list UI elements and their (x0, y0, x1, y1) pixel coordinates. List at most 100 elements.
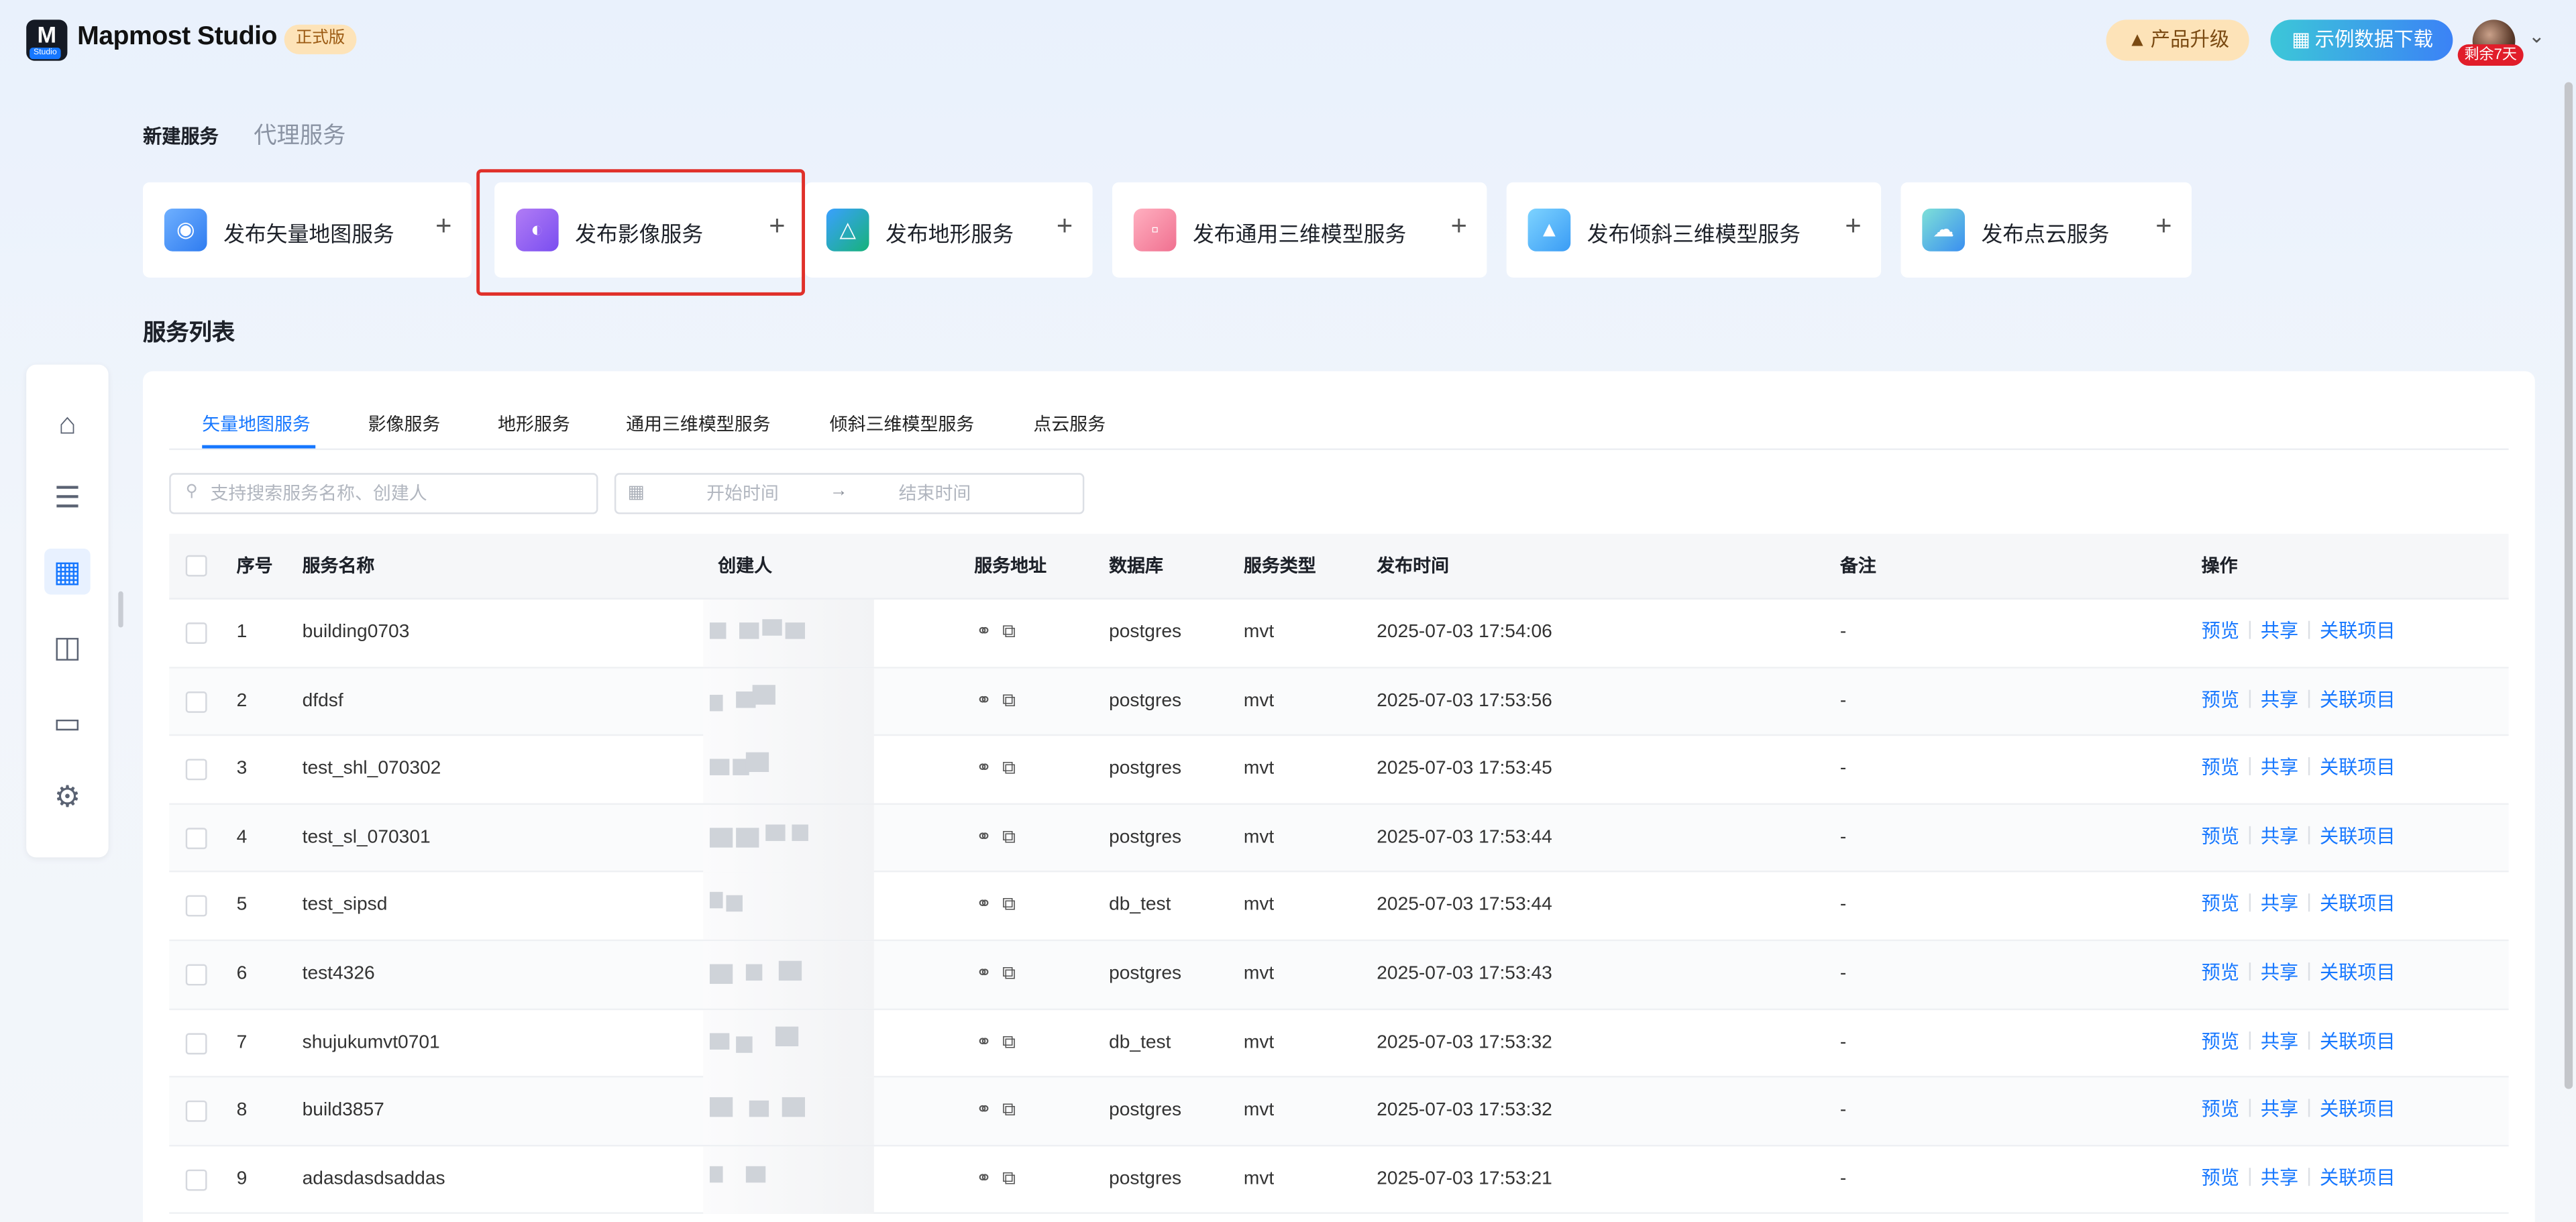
share-link[interactable]: 共享 (2261, 1169, 2298, 1188)
publish-vector-card[interactable]: ◉ 发布矢量地图服务 + (143, 182, 472, 278)
tab-image[interactable]: 影像服务 (368, 410, 441, 437)
eye-link-icon[interactable]: ⚭ (976, 1032, 992, 1052)
eye-link-icon[interactable]: ⚭ (976, 622, 992, 642)
row-checkbox[interactable] (185, 622, 207, 645)
database-icon[interactable]: ☰ (44, 475, 91, 521)
link-project-link[interactable]: 关联项目 (2320, 691, 2396, 710)
settings-icon[interactable]: ⚙ (44, 773, 91, 820)
eye-link-icon[interactable]: ⚭ (976, 759, 992, 779)
search-box[interactable]: ⚲ (169, 473, 598, 514)
plus-icon: + (1450, 210, 1467, 242)
publish-time: 2025-07-03 17:53:44 (1377, 827, 1552, 848)
link-project-link[interactable]: 关联项目 (2320, 1101, 2396, 1120)
publish-pointcloud-card[interactable]: ☁ 发布点云服务 + (1900, 182, 2192, 278)
tab-terrain[interactable]: 地形服务 (498, 410, 570, 437)
date-range-picker[interactable]: ▦ → (614, 473, 1085, 514)
mosaic-pixel (709, 1097, 733, 1117)
folder-icon[interactable]: ▭ (44, 700, 91, 746)
copy-icon[interactable]: ⧉ (1002, 1101, 1016, 1120)
preview-link[interactable]: 预览 (2202, 1032, 2239, 1052)
share-link[interactable]: 共享 (2261, 759, 2298, 779)
home-icon[interactable]: ⌂ (44, 401, 91, 447)
link-project-link[interactable]: 关联项目 (2320, 1032, 2396, 1052)
map-icon[interactable]: ◫ (44, 624, 91, 671)
tab-new-service[interactable]: 新建服务 (143, 128, 219, 148)
row-checkbox[interactable] (185, 1169, 207, 1190)
preview-link[interactable]: 预览 (2202, 759, 2239, 779)
row-actions: 预览 共享 关联项目 (2202, 600, 2396, 667)
database-name: db_test (1109, 895, 1171, 916)
publish-3d-model-card[interactable]: ▫ 发布通用三维模型服务 + (1112, 182, 1487, 278)
database-name: postgres (1109, 827, 1182, 848)
tab-oblique[interactable]: 倾斜三维模型服务 (830, 410, 975, 437)
row-checkbox[interactable] (185, 964, 207, 986)
row-actions: 预览 共享 关联项目 (2202, 668, 2396, 735)
row-checkbox[interactable] (185, 827, 207, 849)
app-logo[interactable]: M Studio (26, 19, 68, 61)
preview-link[interactable]: 预览 (2202, 691, 2239, 710)
service-name: adasdasdsaddas (302, 1169, 445, 1189)
copy-icon[interactable]: ⧉ (1002, 964, 1016, 983)
eye-link-icon[interactable]: ⚭ (976, 1101, 992, 1120)
share-link[interactable]: 共享 (2261, 1101, 2298, 1120)
share-link[interactable]: 共享 (2261, 691, 2298, 710)
preview-link[interactable]: 预览 (2202, 1169, 2239, 1188)
table-row: 3 test_shl_070302 ⚭ ⧉ postgres mvt 2025-… (169, 736, 2509, 805)
row-checkbox[interactable] (185, 895, 207, 918)
grid-apps-icon[interactable]: ▦ (44, 548, 91, 595)
link-project-link[interactable]: 关联项目 (2320, 1169, 2396, 1188)
service-type: mvt (1243, 895, 1275, 916)
tab-pointcloud[interactable]: 点云服务 (1033, 410, 1106, 437)
preview-link[interactable]: 预览 (2202, 828, 2239, 847)
eye-link-icon[interactable]: ⚭ (976, 691, 992, 710)
link-project-link[interactable]: 关联项目 (2320, 622, 2396, 642)
eye-link-icon[interactable]: ⚭ (976, 896, 992, 915)
share-link[interactable]: 共享 (2261, 1032, 2298, 1052)
copy-icon[interactable]: ⧉ (1002, 896, 1016, 915)
search-input[interactable] (210, 480, 588, 510)
share-link[interactable]: 共享 (2261, 964, 2298, 983)
eye-link-icon[interactable]: ⚭ (976, 1169, 992, 1188)
mosaic-pixel (745, 1166, 766, 1182)
share-link[interactable]: 共享 (2261, 622, 2298, 642)
preview-link[interactable]: 预览 (2202, 896, 2239, 915)
copy-icon[interactable]: ⧉ (1002, 691, 1016, 710)
row-checkbox[interactable] (185, 691, 207, 712)
preview-link[interactable]: 预览 (2202, 622, 2239, 642)
copy-icon[interactable]: ⧉ (1002, 622, 1016, 642)
share-link[interactable]: 共享 (2261, 896, 2298, 915)
preview-link[interactable]: 预览 (2202, 1101, 2239, 1120)
row-checkbox[interactable] (185, 1032, 207, 1054)
start-date-input[interactable] (667, 480, 818, 510)
chevron-down-icon[interactable]: ⌄ (2528, 25, 2545, 48)
row-checkbox[interactable] (185, 759, 207, 781)
sample-download-button[interactable]: ▦ 示例数据下载 (2270, 19, 2453, 61)
eye-link-icon[interactable]: ⚭ (976, 964, 992, 983)
publish-terrain-card[interactable]: △ 发布地形服务 + (805, 182, 1093, 278)
service-address-cell: ⚭ ⧉ (976, 941, 1016, 1008)
publish-card-label: 发布倾斜三维模型服务 (1587, 221, 1801, 247)
database-name: postgres (1109, 964, 1182, 984)
eye-link-icon[interactable]: ⚭ (976, 828, 992, 847)
tab-proxy-service[interactable]: 代理服务 (254, 121, 345, 148)
preview-link[interactable]: 预览 (2202, 964, 2239, 983)
link-project-link[interactable]: 关联项目 (2320, 896, 2396, 915)
select-all-checkbox[interactable] (185, 555, 207, 577)
tab-3d-model[interactable]: 通用三维模型服务 (626, 410, 771, 437)
creator-redacted (703, 1077, 874, 1146)
share-link[interactable]: 共享 (2261, 828, 2298, 847)
copy-icon[interactable]: ⧉ (1002, 828, 1016, 847)
copy-icon[interactable]: ⧉ (1002, 1169, 1016, 1188)
copy-icon[interactable]: ⧉ (1002, 1032, 1016, 1052)
link-project-link[interactable]: 关联项目 (2320, 964, 2396, 983)
page-scrollbar[interactable] (2564, 82, 2573, 1089)
publish-oblique-card[interactable]: ▲ 发布倾斜三维模型服务 + (1506, 182, 1882, 278)
sidebar-resize-handle[interactable] (118, 591, 123, 628)
end-date-input[interactable] (859, 480, 1011, 510)
tab-vector-map[interactable]: 矢量地图服务 (202, 410, 311, 437)
upgrade-button[interactable]: ▲ 产品升级 (2106, 19, 2249, 61)
row-checkbox[interactable] (185, 1101, 207, 1123)
copy-icon[interactable]: ⧉ (1002, 759, 1016, 779)
link-project-link[interactable]: 关联项目 (2320, 759, 2396, 779)
link-project-link[interactable]: 关联项目 (2320, 828, 2396, 847)
